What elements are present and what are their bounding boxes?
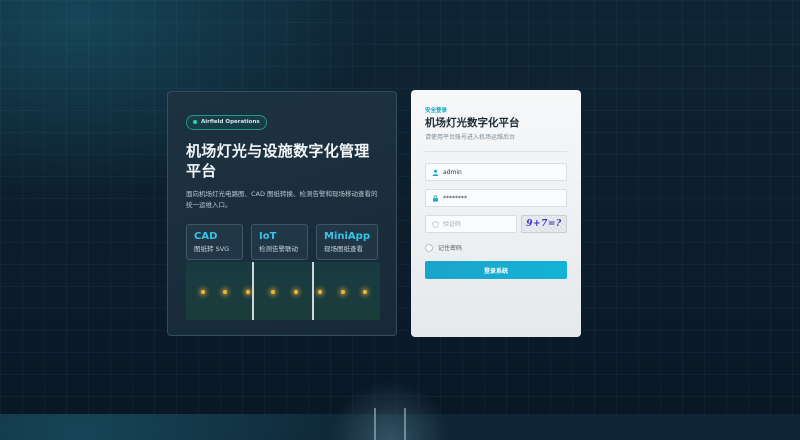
feature-description: 现场图纸查看	[324, 244, 363, 253]
runway-light	[223, 290, 227, 294]
runway-light	[271, 290, 275, 294]
divider	[425, 151, 567, 152]
username-input[interactable]	[443, 168, 561, 176]
runway-light	[341, 290, 345, 294]
runway-light	[318, 290, 322, 294]
feature-card-cad: CAD 图纸转 SVG	[186, 223, 243, 260]
runway-light	[246, 290, 250, 294]
password-input[interactable]	[443, 194, 561, 202]
runway-stripe	[252, 262, 254, 320]
login-eyebrow: 安全登录	[425, 108, 448, 114]
hero-description: 面向机场灯光电路图、CAD 图纸转换、检测告警和现场移动查看的统一运维入口。	[186, 189, 378, 209]
feature-title: IoT	[259, 230, 277, 242]
feature-title: MiniApp	[324, 230, 370, 242]
remember-checkbox[interactable]	[425, 243, 433, 252]
feature-title: CAD	[194, 230, 218, 242]
hero-title: 机场灯光与设施数字化管理平台	[186, 141, 370, 180]
operations-badge: Airfield Operations	[186, 114, 267, 130]
shield-icon	[431, 220, 439, 228]
remember-password[interactable]: 记住密码	[425, 243, 567, 252]
feature-card-miniapp: MiniApp 现场图纸查看	[316, 223, 378, 260]
feature-description: 图纸转 SVG	[194, 244, 230, 253]
username-field[interactable]	[425, 163, 567, 181]
runway-line	[404, 408, 406, 440]
remember-label: 记住密码	[438, 245, 463, 252]
runway-light	[201, 290, 205, 294]
hero-panel: Airfield Operations 机场灯光与设施数字化管理平台 面向机场灯…	[167, 91, 397, 336]
captcha-row: 9+7=?	[425, 215, 567, 233]
login-card: 安全登录 机场灯光数字化平台 请使用平台账号进入机场运维后台 9+7=? 记住密…	[411, 90, 581, 337]
airfield-lights-illustration	[186, 262, 380, 320]
feature-description: 检测告警联动	[259, 244, 298, 253]
captcha-input[interactable]	[443, 220, 511, 228]
runway-line	[374, 408, 376, 440]
runway-light	[294, 290, 298, 294]
status-dot-icon	[193, 120, 197, 124]
lock-icon	[431, 194, 439, 202]
background-grid	[0, 0, 800, 414]
captcha-field[interactable]	[425, 215, 517, 233]
password-field[interactable]	[425, 189, 567, 207]
feature-cards: CAD 图纸转 SVG IoT 检测告警联动 MiniApp 现场图纸查看	[186, 223, 378, 260]
login-title: 机场灯光数字化平台	[425, 117, 520, 129]
badge-label: Airfield Operations	[201, 118, 260, 125]
user-icon	[431, 168, 439, 176]
captcha-image[interactable]: 9+7=?	[521, 215, 567, 233]
runway-stripe	[312, 262, 314, 320]
runway-light	[363, 290, 367, 294]
login-subtitle: 请使用平台账号进入机场运维后台	[425, 134, 516, 141]
feature-card-iot: IoT 检测告警联动	[251, 223, 308, 260]
login-button[interactable]: 登录系统	[425, 261, 567, 279]
